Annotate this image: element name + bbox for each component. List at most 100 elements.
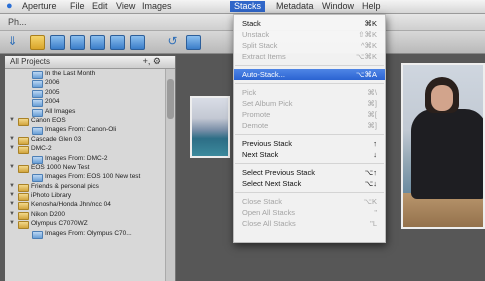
disclosure-triangle-icon[interactable]: ▼ — [9, 200, 15, 209]
project-tree-item[interactable]: 2006 — [5, 78, 165, 89]
stacks-menu-item-pick[interactable]: Pick ⌘\ — [234, 87, 385, 98]
project-tree-label: In the Last Month — [45, 70, 96, 77]
project-tree-label: All Images — [45, 107, 76, 115]
project-tree-label: Images From: Canon-Oli — [45, 126, 117, 134]
menu-item-shortcut: ↓ — [373, 150, 377, 159]
disclosure-triangle-icon[interactable]: ▼ — [9, 116, 15, 125]
menu-separator — [235, 65, 384, 66]
projects-panel: All Projects +, ⚙ In the Last Month 2006 2… — [5, 56, 176, 281]
new-project-folder-icon[interactable] — [30, 35, 45, 50]
stacks-menu-item-extract-items[interactable]: Extract Items ⌥⌘K — [234, 51, 385, 62]
stacks-menu-item-promote[interactable]: Promote ⌘[ — [234, 109, 385, 120]
menu-item-label: Promote — [242, 110, 271, 119]
project-tree-item[interactable]: ▼ EOS 1000 New Test — [5, 163, 165, 173]
project-tree-item[interactable]: In the Last Month — [5, 69, 165, 79]
menu-item-shortcut: " — [374, 208, 377, 217]
image-viewer-portrait[interactable] — [401, 63, 485, 229]
menu-item-label: Pick — [242, 88, 257, 97]
project-tree-item[interactable]: Images From: Canon-Oli — [5, 125, 165, 136]
menu-help[interactable]: Help — [362, 1, 381, 12]
project-tree-label: Images From: EOS 100 New test — [45, 173, 141, 181]
menu-view[interactable]: View — [116, 1, 135, 12]
menu-item-shortcut: "L — [370, 219, 377, 228]
menu-stacks[interactable]: Stacks — [230, 1, 266, 12]
disclosure-triangle-icon[interactable]: ▼ — [9, 163, 15, 172]
stacks-menu-item-demote[interactable]: Demote ⌘] — [234, 120, 385, 131]
menu-separator — [235, 192, 384, 193]
project-tree-label: 2005 — [45, 88, 60, 96]
apple-icon[interactable]: ● — [6, 1, 16, 12]
project-tree-label: iPhoto Library — [31, 192, 72, 200]
projects-scrollbar[interactable] — [165, 69, 175, 281]
new-album-icon[interactable] — [50, 35, 65, 50]
disclosure-triangle-icon[interactable]: ▼ — [9, 182, 15, 191]
face-shape — [431, 85, 453, 111]
disclosure-triangle-icon[interactable]: ▼ — [9, 219, 15, 228]
add-project-button[interactable]: +, ⚙ — [143, 56, 161, 67]
project-tree-item[interactable]: ▼ Friends & personal pics — [5, 182, 165, 192]
menu-separator — [235, 134, 384, 135]
project-tree-item[interactable]: ▼ Cascade Glen 03 — [5, 135, 165, 145]
stacks-menu-item-close-stack[interactable]: Close Stack ⌥K — [234, 196, 385, 207]
coat-shape — [411, 109, 483, 199]
disclosure-triangle-icon[interactable]: ▼ — [9, 191, 15, 200]
new-web-gallery-icon[interactable] — [130, 35, 145, 50]
menu-item-shortcut: ⌘\ — [367, 88, 377, 97]
project-tree-item[interactable]: 2004 — [5, 97, 165, 108]
menu-item-shortcut: ^⌘K — [360, 41, 377, 50]
stacks-menu-item-open-all-stacks[interactable]: Open All Stacks " — [234, 207, 385, 218]
project-tree-item[interactable]: ▼ iPhoto Library — [5, 191, 165, 202]
import-arrow-icon[interactable]: ⇓ — [6, 35, 19, 48]
stacks-menu-item-select-next-stack[interactable]: Select Next Stack ⌥↓ — [234, 178, 385, 189]
new-smart-album-icon[interactable] — [70, 35, 85, 50]
project-tree-item[interactable]: Images From: EOS 100 New test — [5, 172, 165, 183]
menu-item-label: Demote — [242, 121, 269, 130]
menu-item-label: Select Previous Stack — [242, 168, 315, 177]
window-title: Ph... — [8, 17, 27, 27]
stack-tool-icon[interactable] — [186, 35, 201, 50]
menu-item-shortcut: ⌘] — [367, 121, 377, 130]
menu-images[interactable]: Images — [142, 1, 172, 12]
menu-item-shortcut: ⌥⌘K — [355, 52, 377, 61]
project-tree-label: Canon EOS — [31, 116, 66, 124]
project-tree-item[interactable]: ▼ DMC-2 — [5, 144, 165, 155]
project-tree-label: Cascade Glen 03 — [31, 135, 82, 143]
new-book-icon[interactable] — [90, 35, 105, 50]
project-tree-item[interactable]: All Images — [5, 107, 165, 117]
menu-window[interactable]: Window — [322, 1, 354, 12]
image-thumbnail-sea[interactable] — [190, 96, 230, 158]
project-tree: In the Last Month 2006 2005 2004 All Images ▼… — [5, 69, 165, 239]
stacks-menu-item-close-all-stacks[interactable]: Close All Stacks "L — [234, 218, 385, 229]
project-tree-item[interactable]: ▼ Canon EOS — [5, 116, 165, 126]
new-light-table-icon[interactable] — [110, 35, 125, 50]
project-tree-item[interactable]: Images From: Olympus C70... — [5, 229, 165, 239]
project-tree-item[interactable]: ▼ Kenosha/Honda Jhn/ncc 04 — [5, 200, 165, 211]
stacks-menu-item-previous-stack[interactable]: Previous Stack ↑ — [234, 138, 385, 149]
projects-panel-header: All Projects +, ⚙ — [5, 56, 175, 69]
stacks-menu-item-unstack[interactable]: Unstack ⇧⌘K — [234, 29, 385, 40]
rotate-left-icon[interactable]: ↺ — [166, 35, 179, 48]
stacks-menu-item-next-stack[interactable]: Next Stack ↓ — [234, 149, 385, 160]
projects-scroll-thumb[interactable] — [167, 79, 174, 119]
project-tree-item[interactable]: ▼ Olympus C7070WZ — [5, 219, 165, 230]
stacks-menu-item-split-stack[interactable]: Split Stack ^⌘K — [234, 40, 385, 51]
project-tree-item[interactable]: Images From: DMC-2 — [5, 154, 165, 164]
disclosure-triangle-icon[interactable]: ▼ — [9, 135, 15, 144]
disclosure-triangle-icon[interactable]: ▼ — [9, 210, 15, 219]
disclosure-triangle-icon[interactable]: ▼ — [9, 144, 15, 153]
stacks-menu-item-auto-stack[interactable]: Auto-Stack... ⌥⌘A — [234, 69, 385, 80]
menu-item-label: Select Next Stack — [242, 179, 302, 188]
stacks-menu-item-set-album-pick[interactable]: Set Album Pick ⌘] — [234, 98, 385, 109]
projects-dropdown[interactable]: All Projects — [10, 57, 50, 66]
menu-file[interactable]: File — [70, 1, 85, 12]
menu-item-label: Close All Stacks — [242, 219, 296, 228]
stacks-menu-item-select-previous-stack[interactable]: Select Previous Stack ⌥↑ — [234, 167, 385, 178]
menu-aperture[interactable]: Aperture — [22, 1, 57, 12]
stacks-menu-item-stack[interactable]: Stack ⌘K — [234, 18, 385, 29]
project-tree-item[interactable]: ▼ Nikon D200 — [5, 210, 165, 220]
menu-metadata[interactable]: Metadata — [276, 1, 314, 12]
project-tree-item[interactable]: 2005 — [5, 88, 165, 98]
menu-edit[interactable]: Edit — [92, 1, 108, 12]
menu-item-label: Stack — [242, 19, 261, 28]
menu-item-shortcut: ⌘] — [367, 99, 377, 108]
